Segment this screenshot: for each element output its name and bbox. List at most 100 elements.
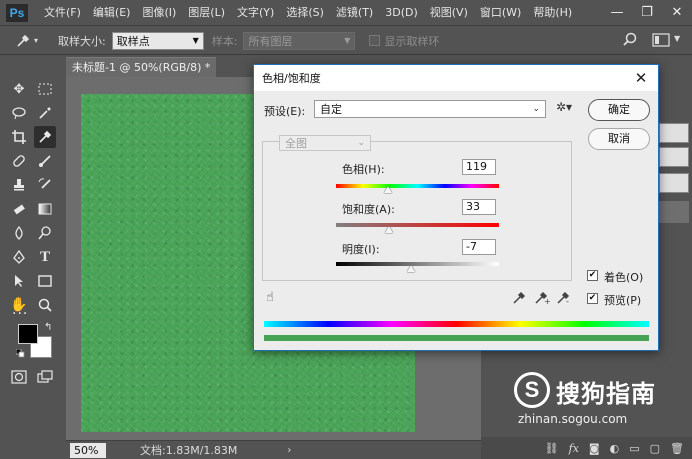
menu-type[interactable]: 文字(Y) [231,0,280,26]
rectangle-tool-icon[interactable] [34,270,56,292]
workspace-icon[interactable] [652,33,670,50]
status-menu-arrow-icon[interactable]: › [287,445,291,456]
swap-colors-icon[interactable]: ↰ [44,322,52,333]
close-icon[interactable]: ✕ [632,69,650,87]
preview-checkbox[interactable]: ✔ [587,293,598,304]
ok-button[interactable]: 确定 [588,99,650,121]
zoom-field[interactable]: 50% [70,442,106,458]
zoom-tool-icon[interactable] [34,294,56,316]
brush-tool-icon[interactable] [34,150,56,172]
preset-select[interactable]: 自定 ⌄ [314,100,546,118]
lightness-input[interactable]: -7 [462,239,496,255]
gear-icon[interactable]: ✲▾ [556,100,572,114]
show-ring-checkbox[interactable] [369,35,381,46]
hue-label: 色相(H): [342,163,385,176]
document-tab[interactable]: 未标题-1 @ 50%(RGB/8) * [66,57,216,77]
panel-field[interactable] [659,147,689,167]
close-window-button[interactable]: ✕ [662,0,692,26]
panel-field[interactable] [659,173,689,193]
history-brush-tool-icon[interactable] [34,174,56,196]
menu-help[interactable]: 帮助(H) [527,0,578,26]
menu-bar: Ps 文件(F) 编辑(E) 图像(I) 图层(L) 文字(Y) 选择(S) 滤… [0,0,692,26]
photoshop-logo: Ps [6,3,28,22]
eyedropper-icon[interactable] [512,291,526,309]
clone-stamp-tool-icon[interactable] [8,174,30,196]
dialog-titlebar[interactable]: 色相/饱和度 ✕ [254,65,658,91]
blur-tool-icon[interactable] [8,222,30,244]
colorize-checkbox[interactable]: ✔ [587,270,598,281]
window-controls: — ❐ ✕ [602,0,692,26]
new-group-icon[interactable]: ▭ [629,442,639,455]
lasso-tool-icon[interactable] [8,102,30,124]
marquee-tool-icon[interactable] [34,78,56,100]
menu-layer[interactable]: 图层(L) [182,0,231,26]
sample-size-select[interactable]: 取样点 ▼ [111,31,204,50]
eyedropper-minus-icon[interactable]: - [556,291,572,309]
delete-layer-icon[interactable]: 🗑 [670,442,684,455]
layer-style-icon[interactable]: fx [569,442,579,455]
saturation-input[interactable]: 33 [462,199,496,215]
move-tool-icon[interactable]: ✥ [8,78,30,100]
menu-image[interactable]: 图像(I) [136,0,182,26]
panel-field[interactable] [659,123,689,143]
menu-edit[interactable]: 编辑(E) [87,0,137,26]
on-image-adjust-icon[interactable]: ☝ [266,290,274,305]
watermark: S 搜狗指南 zhinan.sogou.com [508,370,688,430]
chevron-down-icon: ▼ [344,36,351,45]
chevron-down-icon[interactable]: ▼ [674,34,680,43]
healing-brush-tool-icon[interactable] [8,150,30,172]
menu-3d[interactable]: 3D(D) [379,0,424,26]
default-colors-icon[interactable] [15,348,25,361]
watermark-url: zhinan.sogou.com [518,412,628,426]
minimize-button[interactable]: — [602,0,632,26]
hue-slider-track[interactable] [336,184,499,188]
saturation-label: 饱和度(A): [342,203,395,216]
more-tools-icon[interactable]: ··· [12,306,28,322]
dialog-title: 色相/饱和度 [262,72,321,85]
menu-filter[interactable]: 滤镜(T) [330,0,379,26]
pen-tool-icon[interactable] [8,246,30,268]
channel-value: 全图 [285,137,307,150]
search-icon[interactable] [622,32,638,51]
menu-select[interactable]: 选择(S) [280,0,330,26]
input-color-spectrum [264,321,649,327]
options-bar: ▾ 取样大小: 取样点 ▼ 样本: 所有图层 ▼ 显示取样环 ▼ [0,27,692,55]
tool-preset-arrow-icon[interactable]: ▾ [34,36,38,45]
saturation-slider-track[interactable] [336,223,499,227]
adjustment-layer-icon[interactable]: ◐ [610,442,620,455]
gradient-tool-icon[interactable] [34,198,56,220]
type-tool-icon[interactable]: T [34,246,56,268]
eraser-tool-icon[interactable] [8,198,30,220]
dodge-tool-icon[interactable] [34,222,56,244]
layer-row[interactable] [659,201,689,223]
lightness-slider-thumb[interactable] [407,265,415,272]
eyedropper-plus-icon[interactable]: + [534,291,551,309]
new-layer-icon[interactable]: ▢ [650,442,660,455]
path-selection-tool-icon[interactable] [8,270,30,292]
link-layers-icon[interactable]: ⛓ [545,442,559,455]
foreground-color-swatch[interactable] [18,324,38,344]
eyedropper-tool-icon[interactable] [34,126,56,148]
menu-view[interactable]: 视图(V) [424,0,474,26]
restore-button[interactable]: ❐ [632,0,662,26]
crop-tool-icon[interactable] [8,126,30,148]
eyedropper-tool-icon[interactable] [14,32,32,50]
channel-select[interactable]: 全图 ⌄ [279,135,371,151]
saturation-slider-thumb[interactable] [385,226,393,233]
sample-size-label: 取样大小: [58,34,106,48]
add-mask-icon[interactable]: ◙ [589,442,600,455]
menu-window[interactable]: 窗口(W) [474,0,527,26]
preset-label: 预设(E): [264,105,306,118]
screen-mode-icon[interactable] [34,366,56,388]
quick-mask-icon[interactable] [8,366,30,388]
cancel-button[interactable]: 取消 [588,128,650,150]
lightness-slider-track[interactable] [336,262,499,266]
magic-wand-tool-icon[interactable] [34,102,56,124]
status-bar: 50% 文档:1.83M/1.83M › [66,440,481,459]
hue-saturation-dialog: 色相/饱和度 ✕ 预设(E): 自定 ⌄ ✲▾ 确定 取消 全图 ⌄ 色相(H)… [253,64,659,351]
hue-slider-thumb[interactable] [384,186,392,193]
document-tab-title: 未标题-1 @ 50%(RGB/8) * [72,61,211,74]
sample-select[interactable]: 所有图层 ▼ [243,31,356,50]
menu-file[interactable]: 文件(F) [38,0,87,26]
hue-input[interactable]: 119 [462,159,496,175]
